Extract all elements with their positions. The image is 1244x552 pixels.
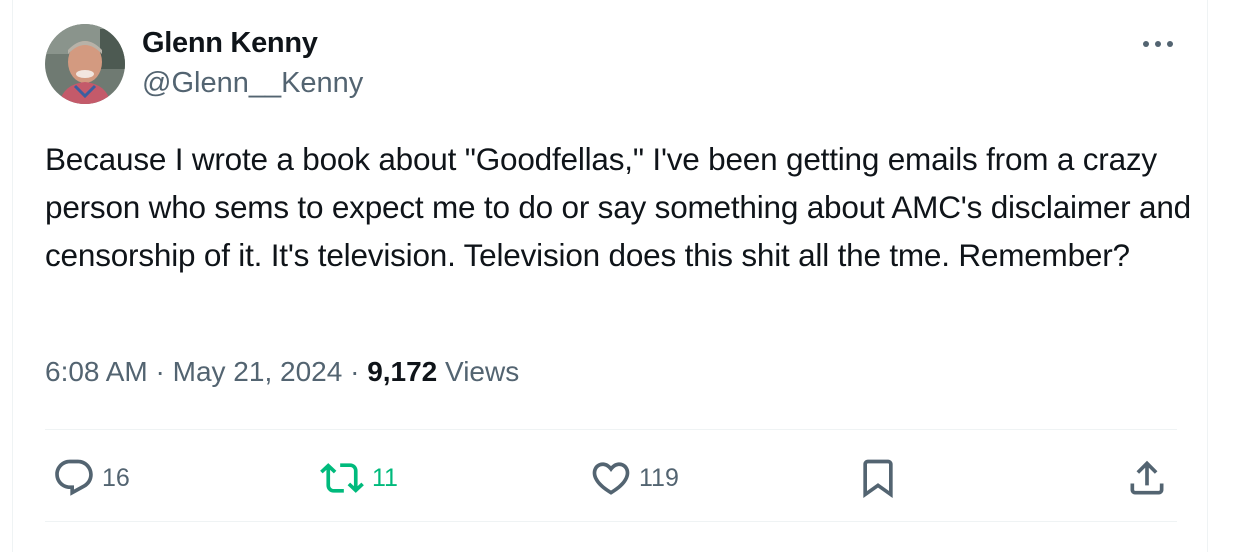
- like-count: 119: [639, 463, 679, 492]
- divider: [45, 521, 1177, 522]
- tweet-time[interactable]: 6:08 AM: [45, 356, 148, 387]
- bookmark-button[interactable]: [856, 456, 900, 500]
- reply-count: 16: [102, 463, 130, 492]
- author-avatar[interactable]: [45, 24, 125, 104]
- reply-button[interactable]: 16: [52, 456, 130, 500]
- retweet-count: 11: [372, 463, 398, 492]
- meta-separator: ·: [342, 356, 368, 387]
- views-count: 9,172: [367, 356, 438, 387]
- reply-icon: [55, 459, 93, 496]
- tweet-text: Because I wrote a book about "Goodfellas…: [45, 141, 1200, 273]
- views-label: Views: [437, 356, 520, 387]
- divider: [45, 429, 1177, 430]
- like-button[interactable]: 119: [589, 456, 679, 500]
- heart-icon: [592, 462, 630, 495]
- meta-separator: ·: [147, 356, 173, 387]
- retweet-icon: [320, 463, 364, 493]
- author-name[interactable]: Glenn Kenny: [142, 27, 318, 60]
- retweet-button[interactable]: 11: [318, 456, 398, 500]
- more-options-button[interactable]: [1138, 30, 1178, 58]
- share-button[interactable]: [1125, 456, 1169, 500]
- avatar-photo: [45, 24, 125, 104]
- tweet-date[interactable]: May 21, 2024: [173, 356, 343, 387]
- tweet-meta: 6:08 AM · May 21, 2024 · 9,172 Views: [45, 356, 519, 388]
- more-horizontal-icon: [1143, 41, 1173, 47]
- author-handle[interactable]: @Glenn__Kenny: [142, 67, 363, 100]
- share-icon: [1130, 460, 1164, 495]
- bookmark-icon: [863, 459, 893, 499]
